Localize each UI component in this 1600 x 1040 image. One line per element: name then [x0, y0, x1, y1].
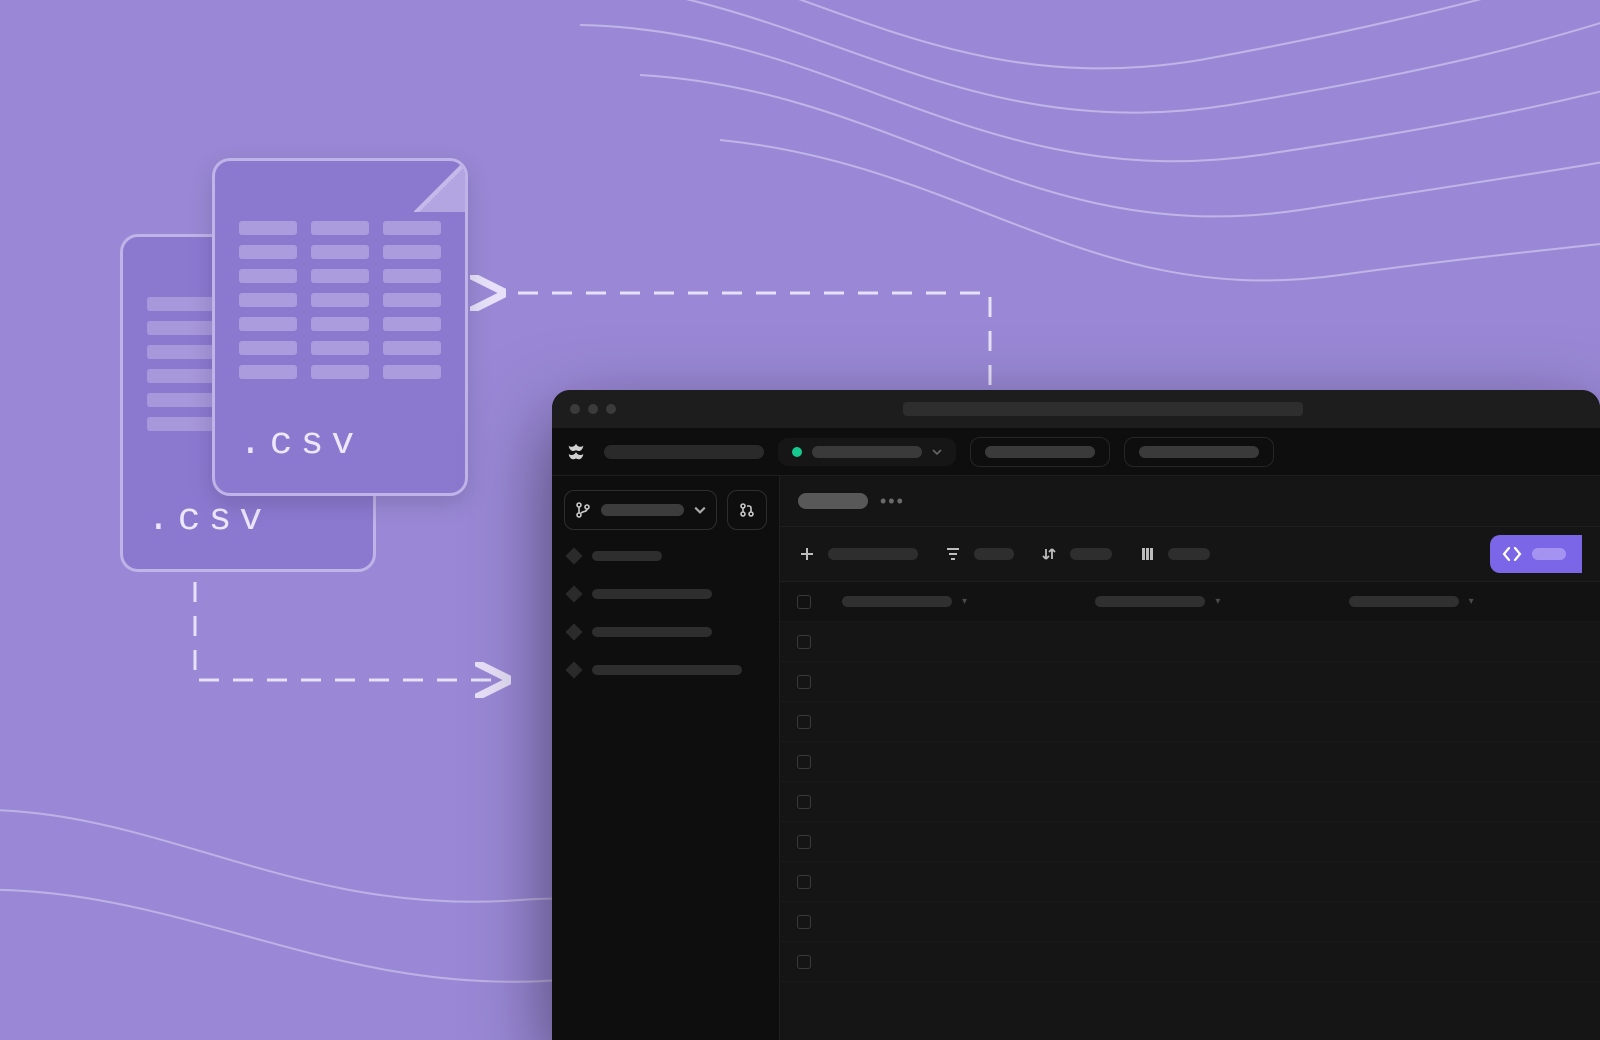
table-row[interactable]	[780, 662, 1600, 702]
columns-label	[1168, 548, 1210, 560]
row-checkbox[interactable]	[797, 755, 811, 769]
tab-label	[1139, 446, 1259, 458]
tab-label	[812, 446, 922, 458]
grid-header-row: ▾ ▾ ▾	[780, 582, 1600, 622]
add-button[interactable]	[798, 545, 918, 563]
code-export-button[interactable]	[1490, 535, 1582, 573]
tab-tertiary[interactable]	[1124, 437, 1274, 467]
branch-picker[interactable]	[564, 490, 717, 530]
row-checkbox[interactable]	[797, 635, 811, 649]
traffic-light-close-icon[interactable]	[570, 404, 580, 414]
app-window: •••	[552, 390, 1600, 1040]
sort-button[interactable]	[1040, 545, 1112, 563]
row-checkbox[interactable]	[797, 795, 811, 809]
csv-extension-label: .csv	[239, 422, 441, 465]
table-row[interactable]	[780, 742, 1600, 782]
filter-button[interactable]	[944, 545, 1014, 563]
tab-secondary[interactable]	[970, 437, 1110, 467]
traffic-light-min-icon[interactable]	[588, 404, 598, 414]
columns-button[interactable]	[1138, 545, 1210, 563]
sidebar-item-label	[592, 665, 742, 675]
plus-icon	[798, 545, 816, 563]
table-row[interactable]	[780, 782, 1600, 822]
table-row[interactable]	[780, 902, 1600, 942]
csv-file-front: .csv	[212, 158, 468, 496]
app-logo-icon[interactable]	[562, 438, 590, 466]
table-icon	[566, 624, 583, 641]
table-toolbar	[780, 526, 1600, 582]
row-checkbox[interactable]	[797, 915, 811, 929]
chevron-down-icon[interactable]	[932, 449, 942, 455]
table-row[interactable]	[780, 622, 1600, 662]
chevron-down-icon[interactable]: ▾	[962, 596, 967, 607]
address-bar[interactable]	[903, 402, 1303, 416]
columns-icon	[1138, 545, 1156, 563]
data-grid: ▾ ▾ ▾	[780, 582, 1600, 1040]
column-header[interactable]: ▾	[1081, 596, 1334, 607]
git-branch-icon	[575, 502, 591, 518]
sidebar-item[interactable]	[564, 544, 767, 568]
app-tabrow	[552, 428, 1600, 476]
tab-active[interactable]	[778, 438, 956, 466]
page-fold-icon	[414, 158, 468, 212]
table-icon	[566, 662, 583, 679]
export-arrow	[500, 293, 990, 385]
chevron-down-icon[interactable]: ▾	[1469, 596, 1474, 607]
main-pane: •••	[780, 476, 1600, 1040]
more-menu-icon[interactable]: •••	[880, 491, 905, 512]
document-header: •••	[780, 476, 1600, 526]
traffic-light-max-icon[interactable]	[606, 404, 616, 414]
table-row[interactable]	[780, 702, 1600, 742]
table-row[interactable]	[780, 942, 1600, 982]
sidebar-item[interactable]	[564, 658, 767, 682]
row-checkbox[interactable]	[797, 675, 811, 689]
column-label	[1349, 596, 1459, 607]
table-icon	[566, 586, 583, 603]
document-title[interactable]	[798, 493, 868, 509]
sidebar-item-label	[592, 627, 712, 637]
code-export-label	[1532, 548, 1566, 560]
window-titlebar	[552, 390, 1600, 428]
workspace-name[interactable]	[604, 445, 764, 459]
filter-label	[974, 548, 1014, 560]
sidebar-item-label	[592, 589, 712, 599]
chevron-down-icon	[694, 506, 706, 514]
add-label	[828, 548, 918, 560]
row-checkbox[interactable]	[797, 875, 811, 889]
code-icon	[1502, 547, 1522, 561]
row-checkbox[interactable]	[797, 835, 811, 849]
sort-label	[1070, 548, 1112, 560]
status-dot-icon	[792, 447, 802, 457]
table-row[interactable]	[780, 822, 1600, 862]
column-header[interactable]: ▾	[1335, 596, 1588, 607]
table-row[interactable]	[780, 862, 1600, 902]
column-header[interactable]: ▾	[828, 596, 1081, 607]
import-arrow	[195, 582, 505, 680]
sidebar	[552, 476, 780, 1040]
sort-icon	[1040, 545, 1058, 563]
tab-label	[985, 446, 1095, 458]
table-icon	[566, 548, 583, 565]
row-checkbox[interactable]	[797, 955, 811, 969]
column-label	[1095, 596, 1205, 607]
pull-request-button[interactable]	[727, 490, 767, 530]
csv-extension-label: .csv	[147, 498, 349, 541]
filter-icon	[944, 545, 962, 563]
row-checkbox[interactable]	[797, 715, 811, 729]
chevron-down-icon[interactable]: ▾	[1215, 596, 1220, 607]
sidebar-item[interactable]	[564, 620, 767, 644]
column-label	[842, 596, 952, 607]
select-all-checkbox[interactable]	[797, 595, 811, 609]
sidebar-item[interactable]	[564, 582, 767, 606]
branch-name	[601, 504, 684, 516]
sidebar-item-label	[592, 551, 662, 561]
